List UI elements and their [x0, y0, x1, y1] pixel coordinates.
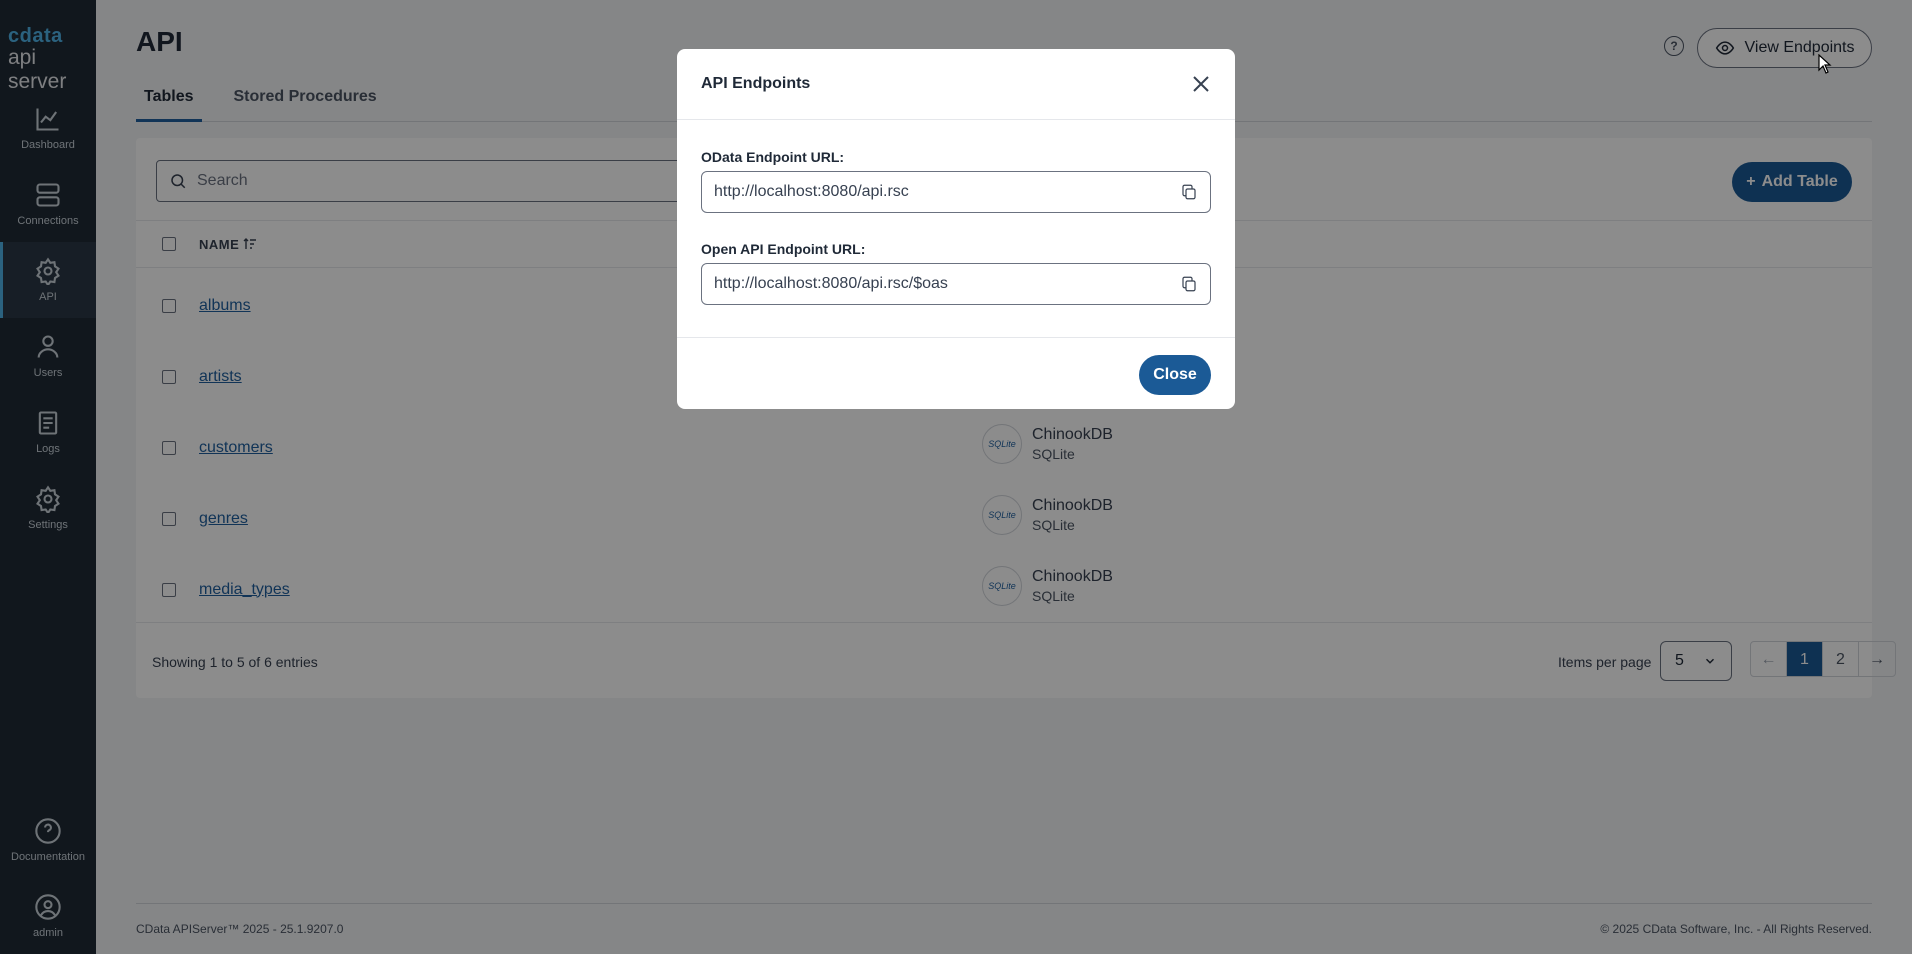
openapi-url-input[interactable] [714, 275, 1180, 293]
mouse-cursor-icon [1818, 54, 1832, 74]
close-button[interactable]: Close [1139, 355, 1211, 395]
odata-label: OData Endpoint URL: [701, 149, 845, 165]
dialog-title: API Endpoints [701, 75, 811, 92]
dialog-header: API Endpoints [677, 49, 1235, 120]
openapi-label: Open API Endpoint URL: [701, 241, 866, 257]
odata-field [701, 171, 1211, 213]
copy-icon[interactable] [1180, 183, 1198, 201]
api-endpoints-dialog: API Endpoints OData Endpoint URL: Open A… [677, 49, 1235, 409]
openapi-field [701, 263, 1211, 305]
odata-url-input[interactable] [714, 183, 1180, 201]
dialog-footer: Close [677, 337, 1235, 409]
close-icon[interactable] [1189, 72, 1213, 96]
copy-icon[interactable] [1180, 275, 1198, 293]
